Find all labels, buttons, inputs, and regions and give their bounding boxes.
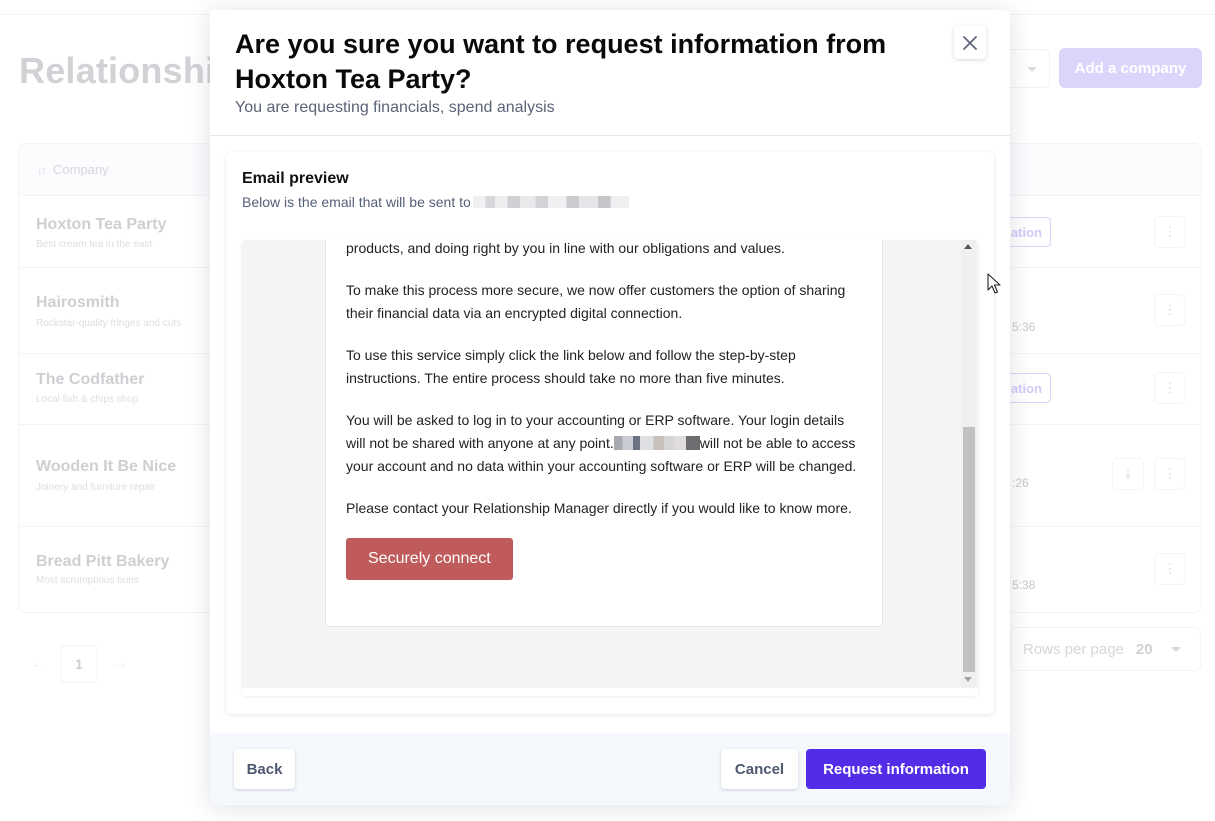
- email-paragraph: products, and doing right by you in line…: [346, 240, 785, 256]
- securely-connect-button[interactable]: Securely connect: [346, 538, 513, 580]
- company-name: Hoxton Tea Party: [36, 216, 167, 233]
- more-options-icon[interactable]: ⋮: [1154, 372, 1186, 404]
- company-description: Most scrumptious buns: [36, 575, 139, 586]
- more-options-icon[interactable]: ⋮: [1154, 216, 1186, 248]
- email-preview-title: Email preview: [242, 170, 349, 187]
- download-icon[interactable]: ⤓: [1112, 458, 1144, 490]
- last-updated-time: 5:38: [1012, 578, 1036, 592]
- rows-per-page-select[interactable]: Rows per page 20: [1010, 627, 1201, 671]
- redacted-recipient: [472, 196, 629, 208]
- email-preview-card: Email preview Below is the email that wi…: [226, 152, 994, 714]
- request-information-modal: Are you sure you want to request informa…: [210, 10, 1010, 805]
- rows-per-page-label: Rows per page: [1023, 640, 1124, 658]
- company-name: Hairosmith: [36, 294, 120, 311]
- rows-per-page-value: 20: [1135, 640, 1153, 658]
- last-updated-time: 5:36: [1012, 320, 1036, 334]
- email-preview-frame[interactable]: products, and doing right by you in line…: [242, 240, 978, 696]
- modal-header: Are you sure you want to request informa…: [210, 10, 1010, 136]
- pagination: ← 1 →: [30, 645, 128, 683]
- modal-subtitle: You are requesting financials, spend ana…: [235, 99, 555, 116]
- close-button[interactable]: [954, 26, 986, 59]
- company-description: Local fish & chips shop: [36, 394, 139, 405]
- back-button[interactable]: Back: [234, 749, 295, 789]
- email-preview-subtitle: Below is the email that will be sent to: [242, 194, 629, 210]
- last-updated-time: :26: [1012, 476, 1029, 490]
- scrollbar-thumb[interactable]: [963, 427, 975, 672]
- arrow-right-icon[interactable]: →: [112, 655, 128, 673]
- scroll-down-arrow-icon[interactable]: [964, 677, 972, 682]
- modal-footer: Back Cancel Request information: [210, 733, 1010, 805]
- column-header-company: Company: [53, 162, 109, 177]
- company-description: Best cream tea in the east: [36, 239, 153, 250]
- more-options-icon[interactable]: ⋮: [1154, 458, 1186, 490]
- modal-title: Are you sure you want to request informa…: [235, 29, 887, 94]
- email-paragraph: You will be asked to log in to your acco…: [346, 409, 862, 478]
- company-name: The Codfather: [36, 371, 145, 388]
- company-name: Bread Pitt Bakery: [36, 553, 170, 570]
- email-body: products, and doing right by you in line…: [325, 240, 883, 627]
- request-information-button[interactable]: Request information: [806, 749, 986, 789]
- chevron-down-icon: [1027, 67, 1037, 72]
- add-company-button[interactable]: Add a company: [1059, 48, 1202, 88]
- sort-icon[interactable]: ↓↑: [37, 163, 47, 177]
- more-options-icon[interactable]: ⋮: [1154, 294, 1186, 326]
- redacted-company-name: [613, 436, 700, 450]
- more-options-icon[interactable]: ⋮: [1154, 553, 1186, 585]
- email-paragraph: To use this service simply click the lin…: [346, 347, 796, 386]
- mouse-cursor-icon: [987, 273, 1001, 294]
- close-icon: [963, 35, 977, 50]
- email-scrollbar[interactable]: [961, 240, 976, 688]
- page-button[interactable]: 1: [60, 645, 98, 683]
- email-paragraph: To make this process more secure, we now…: [346, 282, 846, 321]
- scroll-up-arrow-icon[interactable]: [964, 244, 972, 249]
- email-preview-subtitle-text: Below is the email that will be sent to: [242, 194, 471, 210]
- cancel-button[interactable]: Cancel: [721, 749, 798, 789]
- company-name: Wooden It Be Nice: [36, 458, 177, 475]
- chevron-down-icon: [1170, 646, 1181, 652]
- company-description: Rockstar-quality fringes and cuts: [36, 318, 182, 329]
- arrow-left-icon[interactable]: ←: [30, 655, 46, 673]
- email-paragraph: Please contact your Relationship Manager…: [346, 500, 852, 516]
- company-description: Joinery and furniture repair: [36, 482, 156, 493]
